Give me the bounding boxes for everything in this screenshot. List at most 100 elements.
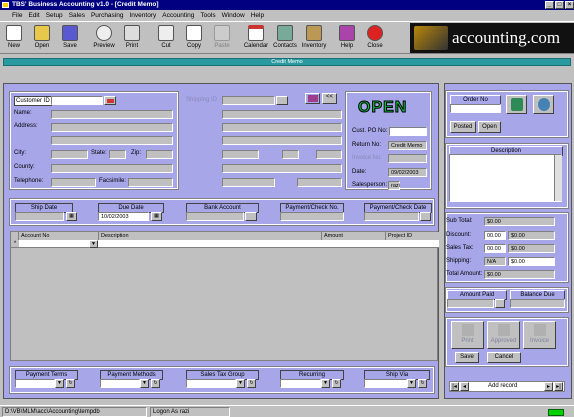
table-row[interactable] — [19, 240, 439, 248]
save-button[interactable]: Save — [56, 24, 84, 54]
posted-button[interactable]: Posted — [450, 121, 476, 133]
new-button[interactable]: New — [0, 24, 28, 54]
menu-window[interactable]: Window — [219, 10, 248, 21]
next-record-button[interactable]: ▸ — [544, 382, 553, 391]
ship-zip-field[interactable] — [316, 150, 342, 159]
column-header-account-no[interactable]: Account No — [19, 232, 99, 240]
sales-tax-group-select[interactable] — [186, 379, 236, 388]
column-header-amount[interactable]: Amount — [322, 232, 386, 240]
menu-file[interactable]: File — [0, 10, 25, 21]
ship-facsimile-field[interactable] — [297, 178, 342, 187]
column-header-project-id[interactable]: Project ID — [386, 232, 439, 240]
telephone-field[interactable] — [51, 178, 96, 187]
payment-methods-refresh[interactable]: ↻ — [151, 379, 160, 388]
invoice-button[interactable]: Invoice — [523, 321, 556, 349]
recurring-dropdown[interactable]: ▼ — [321, 379, 330, 388]
print-record-button[interactable]: Print — [451, 321, 484, 349]
shipping-id-input[interactable] — [222, 96, 275, 105]
sales-tax-percent-input[interactable]: 00.00 — [484, 244, 506, 253]
close-window-button[interactable]: × — [565, 1, 574, 9]
menu-sales[interactable]: Sales — [66, 10, 88, 21]
ship-name-field[interactable] — [222, 110, 342, 119]
cut-button[interactable]: Cut — [152, 24, 180, 54]
recurring-select[interactable] — [280, 379, 321, 388]
account-dropdown-button[interactable]: ▼ — [89, 240, 98, 248]
open-status-button[interactable]: Open — [478, 121, 501, 133]
order-no-input[interactable] — [450, 104, 501, 113]
ship-via-select[interactable] — [364, 379, 407, 388]
menu-tools[interactable]: Tools — [197, 10, 218, 21]
ship-via-dropdown[interactable]: ▼ — [407, 379, 416, 388]
copy-address-button[interactable]: << — [322, 93, 337, 104]
amount-paid-button[interactable] — [495, 299, 505, 308]
customer-id-input[interactable] — [51, 96, 103, 105]
description-textarea[interactable] — [449, 154, 562, 202]
first-record-button[interactable]: |◂ — [450, 382, 459, 391]
print-button[interactable]: Print — [118, 24, 146, 54]
ship-date-calendar-button[interactable]: ▦ — [66, 212, 77, 221]
facsimile-field[interactable] — [128, 178, 173, 187]
line-items-grid[interactable]: Account No Description Amount Project ID… — [10, 231, 439, 361]
payment-methods-dropdown[interactable]: ▼ — [140, 379, 149, 388]
payment-date-calendar-button[interactable] — [420, 212, 431, 221]
previous-record-button[interactable]: ◂ — [460, 382, 469, 391]
sales-tax-group-dropdown[interactable]: ▼ — [236, 379, 245, 388]
payment-terms-refresh[interactable]: ↻ — [66, 379, 75, 388]
maximize-button[interactable]: □ — [555, 1, 564, 9]
cancel-button[interactable]: Cancel — [487, 352, 521, 363]
preview-button[interactable]: Preview — [90, 24, 118, 54]
payment-check-no-field[interactable] — [280, 212, 344, 221]
sales-tax-group-refresh[interactable]: ↻ — [247, 379, 256, 388]
bank-account-field[interactable] — [186, 212, 244, 221]
description-scrollbar[interactable] — [554, 155, 562, 201]
state-field[interactable] — [109, 150, 126, 159]
ship-address-field-2[interactable] — [222, 136, 342, 145]
due-date-calendar-button[interactable]: ▦ — [151, 212, 162, 221]
bank-account-lookup-button[interactable] — [245, 212, 257, 221]
help-button[interactable]: Help — [333, 24, 361, 54]
minimize-button[interactable]: _ — [545, 1, 554, 9]
zip-field[interactable] — [146, 150, 173, 159]
shipping-lookup-button[interactable] — [276, 96, 288, 105]
menu-setup[interactable]: Setup — [43, 10, 66, 21]
ship-date-field[interactable] — [15, 212, 64, 221]
menu-help[interactable]: Help — [248, 10, 267, 21]
payment-terms-select[interactable] — [15, 379, 55, 388]
approved-button[interactable]: Approved — [487, 321, 520, 349]
name-field[interactable] — [51, 110, 173, 119]
open-button[interactable]: Open — [28, 24, 56, 54]
ship-address-field-1[interactable] — [222, 123, 342, 132]
find-all-button[interactable] — [533, 95, 554, 114]
close-button[interactable]: Close — [361, 24, 389, 54]
shipping-input[interactable]: $0.00 — [508, 257, 555, 266]
ship-telephone-field[interactable] — [222, 178, 275, 187]
last-record-button[interactable]: ▸| — [554, 382, 563, 391]
ship-state-field[interactable] — [282, 150, 299, 159]
find-order-button[interactable] — [506, 95, 527, 114]
ship-county-field[interactable] — [222, 164, 342, 173]
contacts-button[interactable]: Contacts — [271, 24, 299, 54]
discount-percent-input[interactable]: 00.00 — [484, 231, 506, 240]
menu-inventory[interactable]: Inventory — [126, 10, 159, 21]
payment-check-date-field[interactable] — [364, 212, 419, 221]
city-field[interactable] — [51, 150, 88, 159]
payment-terms-dropdown[interactable]: ▼ — [55, 379, 64, 388]
customer-lookup-button[interactable] — [104, 96, 116, 105]
county-field[interactable] — [51, 164, 173, 173]
ship-city-field[interactable] — [222, 150, 259, 159]
address-book-button[interactable] — [305, 93, 320, 104]
cust-po-input[interactable] — [389, 127, 427, 136]
salesperson-field[interactable]: razi — [388, 181, 400, 190]
recurring-refresh[interactable]: ↻ — [332, 379, 341, 388]
copy-button[interactable]: Copy — [180, 24, 208, 54]
menu-purchasing[interactable]: Purchasing — [88, 10, 127, 21]
date-field[interactable]: 09/02/2003 — [388, 168, 427, 177]
payment-methods-select[interactable] — [100, 379, 140, 388]
column-header-description[interactable]: Description — [99, 232, 322, 240]
inventory-button[interactable]: Inventory — [300, 24, 328, 54]
due-date-field[interactable]: 10/02/2003 — [98, 212, 149, 221]
menu-edit[interactable]: Edit — [25, 10, 42, 21]
calendar-button[interactable]: Calendar — [242, 24, 270, 54]
ship-via-refresh[interactable]: ↻ — [418, 379, 427, 388]
address-field-1[interactable] — [51, 123, 173, 132]
